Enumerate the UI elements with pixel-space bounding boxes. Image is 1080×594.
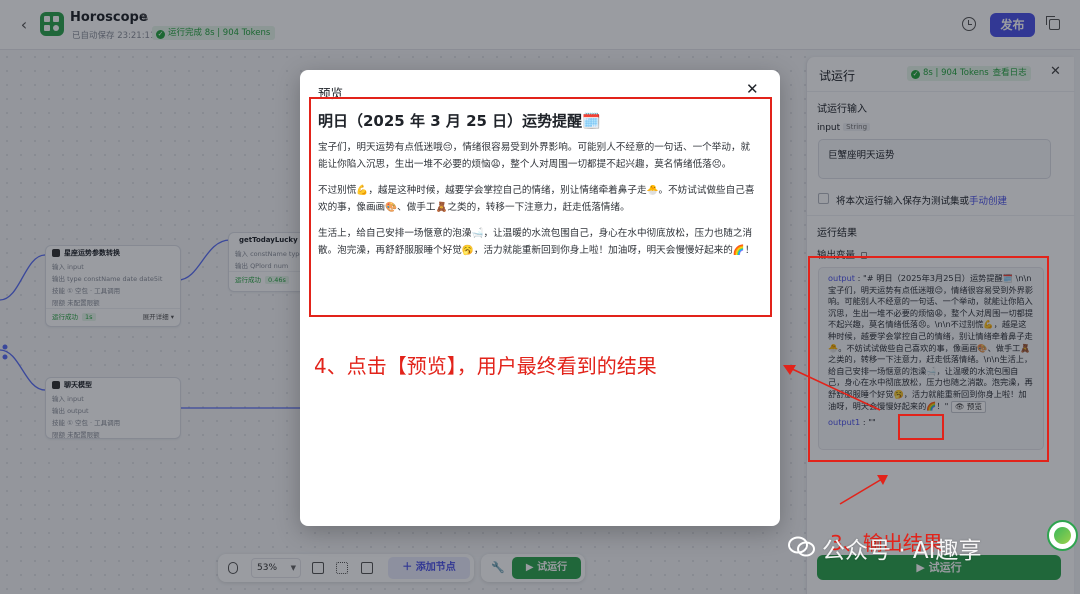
annotation-arrows [783, 365, 888, 505]
watermark-text: 公众号 · AI趣享 [822, 538, 982, 564]
wechat-icon [788, 536, 815, 557]
annotation-step4: 4、点击【预览】，用户最终看到的结果 [314, 354, 657, 378]
watermark-logo [1047, 520, 1078, 551]
